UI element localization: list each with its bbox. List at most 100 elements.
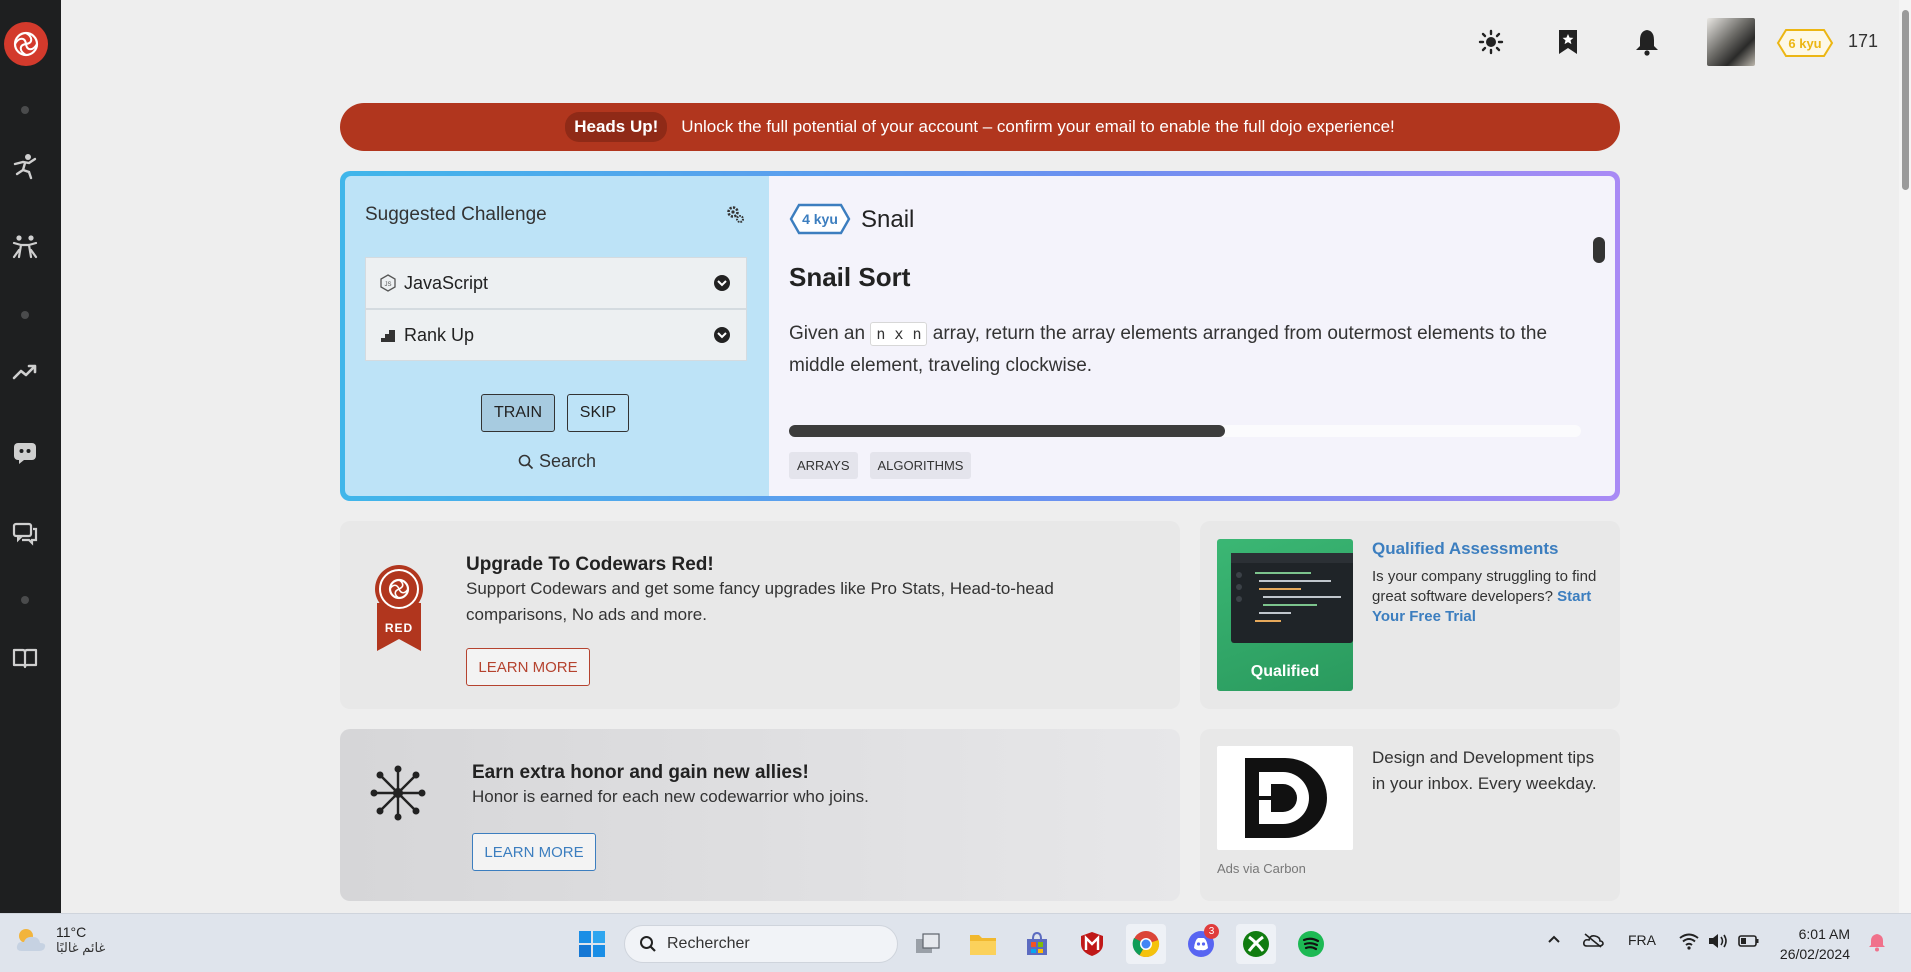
qualified-ad-card: Qualified Qualified Assessments Is your …: [1200, 521, 1620, 709]
leaderboard-trending-icon[interactable]: [10, 357, 40, 387]
tag-algorithms[interactable]: ALGORITHMS: [869, 452, 972, 479]
clock-date: 26/02/2024: [1779, 946, 1850, 962]
desc-code: n x n: [870, 322, 928, 346]
honor-card-title: Earn extra honor and gain new allies!: [472, 762, 809, 783]
task-view-icon[interactable]: [908, 924, 948, 964]
language-select[interactable]: JS JavaScript: [365, 257, 747, 309]
temperature: 11°C: [56, 924, 87, 940]
confirm-email-banner: Heads Up! Unlock the full potential of y…: [340, 103, 1620, 151]
red-ribbon-icon: RED: [373, 563, 425, 653]
carbon-ad-text[interactable]: Design and Development tips in your inbo…: [1372, 745, 1608, 797]
red-learn-more-button[interactable]: LEARN MORE: [466, 648, 590, 686]
mcafee-icon[interactable]: [1072, 924, 1112, 964]
left-sidebar: [0, 0, 61, 913]
battery-icon[interactable]: [1738, 932, 1760, 953]
system-clock[interactable]: 6:01 AM 26/02/2024: [1770, 924, 1850, 964]
desc-before: Given an: [789, 323, 871, 344]
search-label: Search: [538, 451, 597, 471]
chevron-down-icon: [714, 275, 730, 291]
onedrive-paused-icon[interactable]: [1582, 932, 1604, 951]
wifi-icon[interactable]: [1678, 932, 1700, 953]
codewars-logo-icon[interactable]: [4, 22, 48, 66]
qualified-image-label: Qualified: [1250, 663, 1320, 680]
strategy-value: Rank Up: [404, 324, 475, 345]
user-rank-text: 6 kyu: [1788, 35, 1822, 51]
kata-rank-badge: 4 kyu: [789, 203, 851, 235]
search-link[interactable]: Search: [345, 451, 769, 472]
red-badge-text: RED: [384, 621, 414, 635]
qualified-title-link[interactable]: Qualified Assessments: [1372, 539, 1558, 559]
notification-center-bell-icon[interactable]: [1868, 932, 1886, 955]
carbon-ad-logo[interactable]: [1217, 746, 1353, 850]
svg-text:JS: JS: [384, 282, 391, 288]
banner-message: Unlock the full potential of your accoun…: [681, 117, 1395, 136]
search-icon: [518, 454, 534, 469]
settings-gear-icon[interactable]: [723, 202, 747, 226]
clock-time: 6:01 AM: [1798, 926, 1850, 942]
windows-start-icon[interactable]: [572, 924, 612, 964]
carbon-ad-card: Design and Development tips in your inbo…: [1200, 729, 1620, 901]
weather-widget[interactable]: 11°C غائم غالبًا: [14, 924, 105, 956]
bookmark-icon[interactable]: [1551, 25, 1585, 59]
qualified-text: Is your company struggling to find great…: [1372, 567, 1608, 627]
honor-referral-card: Earn extra honor and gain new allies! Ho…: [340, 729, 1180, 901]
file-explorer-icon[interactable]: [963, 924, 1003, 964]
discord-app-icon[interactable]: 3: [1181, 924, 1221, 964]
discord-icon[interactable]: [10, 437, 40, 467]
page-scrollbar[interactable]: [1899, 0, 1911, 913]
kata-name-link[interactable]: Snail: [861, 206, 914, 234]
suggested-challenge-card: Suggested Challenge JS JavaScript Rank U…: [340, 171, 1620, 501]
honor-score: 171: [1848, 31, 1879, 51]
skip-button[interactable]: SKIP: [567, 394, 629, 432]
tag-arrays[interactable]: ARRAYS: [789, 452, 858, 479]
network-allies-icon: [368, 763, 428, 823]
sidebar-divider-dot: [21, 596, 29, 604]
honor-learn-more-button[interactable]: LEARN MORE: [472, 833, 596, 871]
partly-cloudy-icon: [16, 929, 46, 951]
sidebar-divider-dot: [21, 106, 29, 114]
kata-description: Given an n x n array, return the array e…: [789, 318, 1589, 382]
red-card-text: Support Codewars and get some fancy upgr…: [466, 579, 1054, 624]
ads-via-carbon-link[interactable]: Ads via Carbon: [1217, 861, 1306, 876]
horizontal-scrollbar-track[interactable]: [789, 425, 1581, 437]
discussions-icon[interactable]: [10, 518, 40, 548]
taskbar-search-placeholder: Rechercher: [667, 935, 750, 952]
show-hidden-icons-chevron-icon[interactable]: [1546, 932, 1562, 949]
microsoft-store-icon[interactable]: [1017, 924, 1057, 964]
kata-rank-text: 4 kyu: [802, 211, 838, 227]
weather-condition: غائم غالبًا: [56, 940, 106, 955]
taskbar-search[interactable]: Rechercher: [624, 925, 898, 963]
chrome-icon[interactable]: [1126, 924, 1166, 964]
heads-up-pill: Heads Up!: [565, 112, 668, 142]
honor-card-text: Honor is earned for each new codewarrior…: [472, 787, 869, 806]
docs-book-icon[interactable]: [10, 643, 40, 673]
language-value: JavaScript: [404, 272, 489, 293]
sidebar-divider-dot: [21, 311, 29, 319]
strategy-select[interactable]: Rank Up: [365, 309, 747, 361]
kata-tags: ARRAYS ALGORITHMS: [789, 452, 983, 479]
notifications-bell-icon[interactable]: [1630, 25, 1664, 59]
search-icon: [640, 936, 656, 952]
kata-heading: Snail Sort: [789, 262, 911, 292]
javascript-icon: JS: [378, 273, 398, 293]
codewars-red-card: RED Upgrade To Codewars Red! Support Cod…: [340, 521, 1180, 709]
kata-preview: 4 kyu Snail Snail Sort Given an n x n ar…: [769, 176, 1615, 496]
discord-notification-badge: 3: [1204, 924, 1219, 939]
challenge-controls: Suggested Challenge JS JavaScript Rank U…: [345, 176, 769, 496]
user-rank-badge: 6 kyu: [1776, 28, 1834, 58]
training-icon[interactable]: [10, 151, 40, 181]
input-language[interactable]: FRA: [1628, 932, 1656, 948]
chevron-down-icon: [714, 327, 730, 343]
volume-icon[interactable]: [1707, 932, 1729, 953]
practice-icon[interactable]: [10, 232, 40, 262]
page-scrollbar-thumb[interactable]: [1902, 10, 1909, 190]
rank-up-stairs-icon: [378, 325, 398, 345]
xbox-icon[interactable]: [1236, 924, 1276, 964]
description-scrollbar[interactable]: [1593, 237, 1605, 263]
horizontal-scrollbar-thumb[interactable]: [789, 425, 1225, 437]
theme-toggle-sun-icon[interactable]: [1474, 25, 1508, 59]
spotify-icon[interactable]: [1291, 924, 1331, 964]
train-button[interactable]: TRAIN: [481, 394, 555, 432]
qualified-ad-image[interactable]: Qualified: [1217, 539, 1353, 691]
user-avatar[interactable]: [1707, 18, 1755, 66]
